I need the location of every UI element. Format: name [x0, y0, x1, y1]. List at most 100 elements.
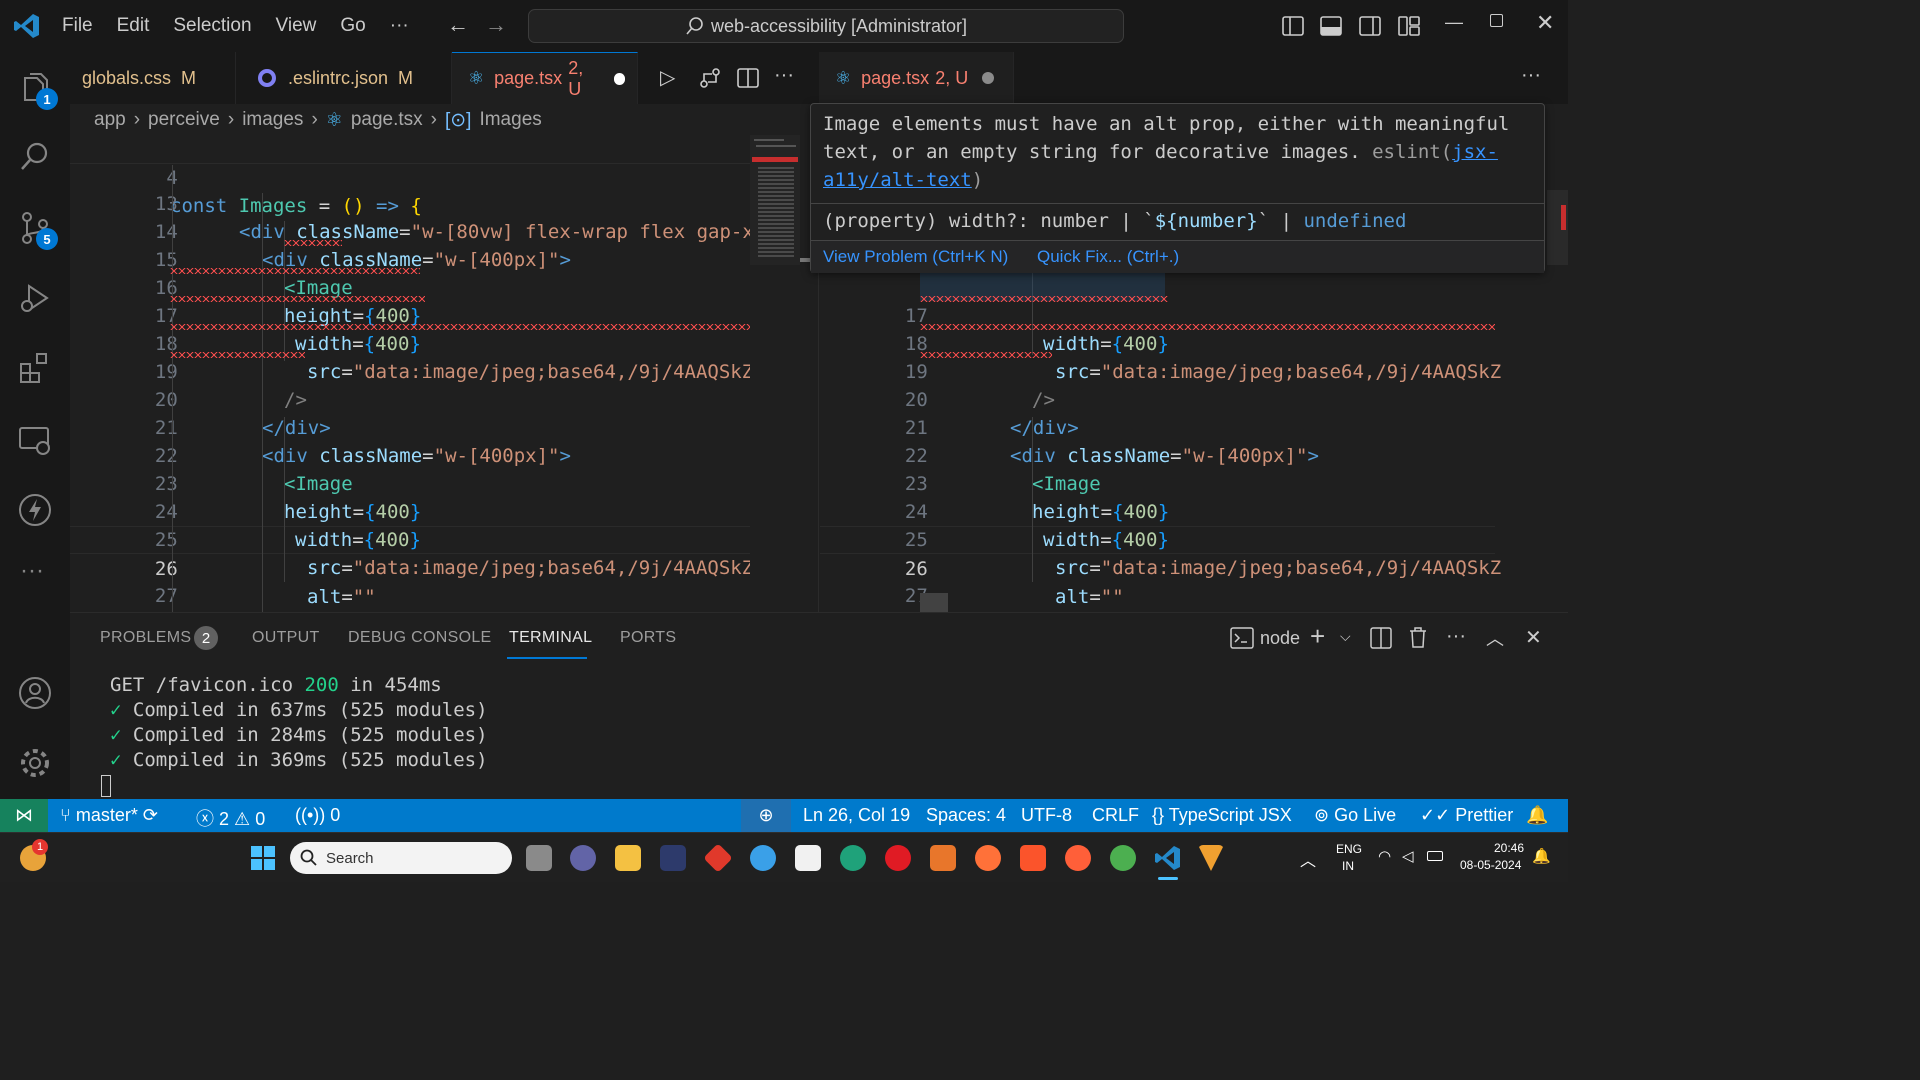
firefox-icon[interactable] [975, 845, 1001, 871]
account-icon[interactable] [17, 675, 53, 711]
line-ending[interactable]: CRLF [1092, 805, 1139, 826]
unsaved-dot-icon[interactable] [613, 72, 625, 85]
opera-icon[interactable] [885, 845, 911, 871]
tab-eslintrc[interactable]: .eslintrc.json M [236, 52, 452, 104]
menu-edit[interactable]: Edit [117, 15, 150, 37]
app-icon[interactable] [750, 845, 776, 871]
clock-time[interactable]: 20:46 [1494, 841, 1524, 855]
branch-indicator[interactable]: ⑂ master* ⟳ [60, 805, 158, 826]
clock-date[interactable]: 08-05-2024 [1460, 858, 1521, 872]
breadcrumb-symbol[interactable]: Images [479, 109, 541, 131]
taskbar-search[interactable]: Search [290, 842, 512, 874]
line-number: 13 [154, 193, 178, 215]
breadcrumb-perceive[interactable]: perceive [148, 109, 220, 131]
scrollbar[interactable] [1547, 190, 1568, 265]
indentation[interactable]: Spaces: 4 [926, 805, 1006, 826]
close-window-icon[interactable]: ✕ [1536, 10, 1554, 36]
tab-debug-console[interactable]: DEBUG CONSOLE [348, 629, 492, 647]
toggle-sidebar-icon[interactable] [1281, 14, 1305, 38]
run-debug-icon[interactable] [17, 280, 53, 316]
remote-explorer-icon[interactable] [17, 422, 53, 458]
toggle-secondary-sidebar-icon[interactable] [1358, 14, 1382, 38]
vscode-taskbar-icon[interactable] [1154, 844, 1182, 872]
trash-icon[interactable] [1408, 626, 1428, 648]
breadcrumb-file[interactable]: page.tsx [351, 109, 423, 131]
battery-icon[interactable] [1427, 851, 1443, 861]
tab-ports[interactable]: PORTS [620, 629, 676, 647]
app-icon[interactable] [660, 845, 686, 871]
unsaved-dot-icon[interactable] [982, 72, 995, 84]
menu-go[interactable]: Go [340, 15, 365, 37]
extensions-icon[interactable] [17, 350, 53, 386]
split-editor-icon[interactable] [736, 66, 760, 90]
problems-indicator[interactable]: ⓧ 2 ⚠ 0 [196, 805, 265, 831]
wifi-icon[interactable]: ◠ [1378, 847, 1391, 865]
tab-terminal[interactable]: TERMINAL [509, 629, 592, 647]
task-view-icon[interactable] [526, 845, 552, 871]
customize-layout-icon[interactable] [1397, 14, 1421, 38]
chevron-down-icon[interactable]: ⌵ [1340, 628, 1351, 645]
view-problem-link[interactable]: View Problem (Ctrl+K N) [823, 247, 1008, 267]
quick-fix-link[interactable]: Quick Fix... (Ctrl+.) [1037, 247, 1179, 267]
close-panel-icon[interactable]: ✕ [1525, 625, 1542, 650]
add-terminal-icon[interactable]: + [1310, 621, 1325, 652]
breadcrumb-images[interactable]: images [242, 109, 303, 131]
minimap[interactable] [750, 135, 800, 265]
file-explorer-icon[interactable] [615, 845, 641, 871]
tab-problems[interactable]: PROBLEMS [100, 629, 191, 647]
tab-globals-css[interactable]: globals.css M [70, 52, 236, 104]
menu-view[interactable]: View [276, 15, 317, 37]
store-icon[interactable] [795, 845, 821, 871]
compare-changes-icon[interactable] [698, 66, 722, 90]
chevron-up-icon[interactable]: ︿ [1300, 847, 1316, 871]
encoding[interactable]: UTF-8 [1021, 805, 1072, 826]
prettier-button[interactable]: ✓✓ Prettier [1420, 805, 1513, 826]
split-terminal-icon[interactable] [1370, 627, 1392, 649]
menu-file[interactable]: File [62, 15, 93, 37]
ports-indicator[interactable]: ((•)) 0 [295, 805, 340, 826]
brave-icon[interactable] [1020, 845, 1046, 871]
search-icon[interactable] [17, 138, 53, 174]
language-mode[interactable]: {} TypeScript JSX [1152, 805, 1292, 826]
remote-indicator[interactable]: ⋈ [0, 799, 48, 832]
editor-more-icon[interactable]: ··· [1521, 64, 1541, 87]
menu-selection[interactable]: Selection [173, 15, 251, 37]
windows-start-icon[interactable] [251, 846, 275, 870]
volume-icon[interactable]: ◁ [1402, 847, 1414, 865]
command-center-search[interactable]: web-accessibility [Administrator] [528, 9, 1124, 43]
forward-arrow-icon[interactable]: → [485, 12, 507, 38]
sublime-icon[interactable] [930, 845, 956, 871]
gear-icon[interactable] [17, 745, 53, 781]
panel-more-icon[interactable]: ··· [1446, 625, 1466, 648]
minimize-icon[interactable]: — [1445, 12, 1463, 33]
more-views-icon[interactable]: ··· [20, 557, 44, 585]
firefox-icon[interactable] [1065, 845, 1091, 871]
go-live-button[interactable]: ⊚ Go Live [1314, 805, 1396, 826]
breadcrumb-app[interactable]: app [94, 109, 126, 131]
tab-output[interactable]: OUTPUT [252, 629, 320, 647]
chrome-icon[interactable] [1110, 845, 1136, 871]
menu-more[interactable]: ··· [390, 15, 409, 37]
app-icon[interactable] [1198, 845, 1224, 871]
cursor-position[interactable]: Ln 26, Col 19 [803, 805, 910, 826]
language-indicator[interactable]: ENG [1336, 842, 1362, 856]
back-arrow-icon[interactable]: ← [447, 12, 469, 38]
code-editor-right[interactable]: 17 width={400} 18 src="data:image/jpeg;b… [820, 273, 1555, 612]
notification-bell-icon[interactable]: 🔔 [1532, 847, 1551, 865]
tab-page-tsx[interactable]: ⚛ page.tsx 2, U [452, 52, 638, 104]
notifications-bell-icon[interactable]: 🔔 [1526, 805, 1548, 826]
terminal-name[interactable]: node [1260, 628, 1300, 649]
restore-icon[interactable] [1490, 14, 1503, 27]
maximize-panel-icon[interactable]: ︿ [1486, 625, 1504, 651]
edge-icon[interactable] [840, 845, 866, 871]
scrollbar-thumb[interactable] [920, 593, 948, 612]
code-editor-left[interactable]: 4 const Images = () => { 13 <div classNa… [70, 135, 750, 612]
zoom-indicator[interactable]: ⊕ [741, 799, 791, 832]
chat-app-icon[interactable] [570, 845, 596, 871]
toggle-panel-icon[interactable] [1319, 14, 1343, 38]
lightning-icon[interactable] [17, 492, 53, 528]
tab-page-tsx-right[interactable]: ⚛ page.tsx 2, U [819, 52, 1014, 104]
app-icon[interactable] [703, 843, 733, 873]
editor-more-icon[interactable]: ··· [774, 64, 794, 87]
run-icon[interactable]: ▷ [660, 65, 675, 90]
